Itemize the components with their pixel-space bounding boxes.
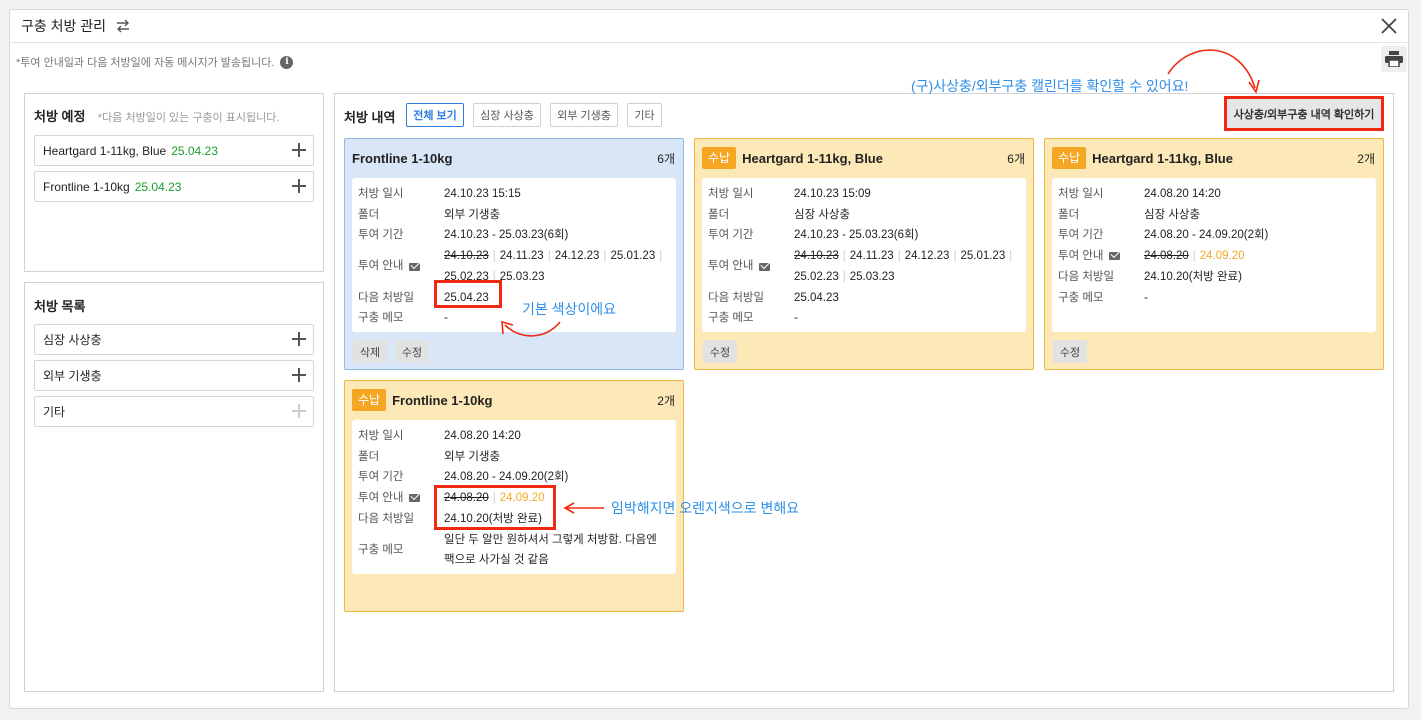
annotation-arrows [501, 49, 1260, 514]
